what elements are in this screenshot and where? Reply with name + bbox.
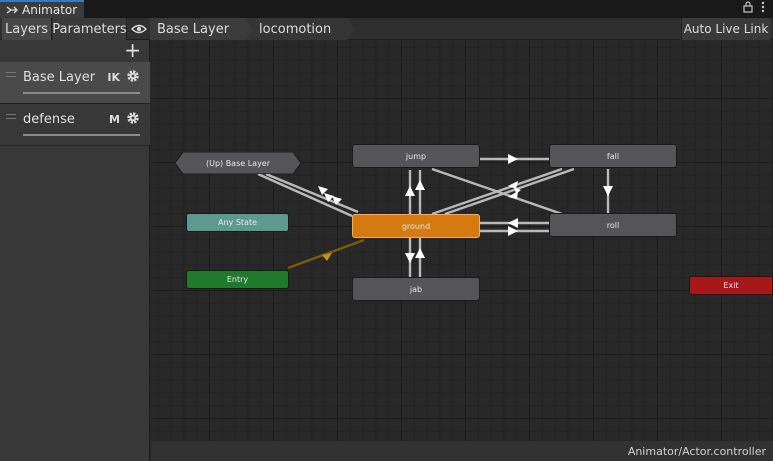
state-fall[interactable]: fall [549, 144, 677, 168]
animator-toolbar: Layers Parameters Base Layer locomotion … [0, 18, 773, 40]
layer-item-defense[interactable]: defense M [0, 104, 150, 146]
state-any-state[interactable]: Any State [186, 213, 289, 232]
layer-weight-bar [23, 92, 140, 94]
layer-item-base-layer[interactable]: Base Layer IK [0, 62, 150, 104]
eye-icon [131, 24, 147, 34]
add-layer-button[interactable]: + [124, 40, 141, 60]
state-entry[interactable]: Entry [186, 270, 289, 289]
state-roll[interactable]: roll [549, 213, 677, 237]
tab-parameters[interactable]: Parameters [52, 18, 127, 40]
animator-icon [6, 6, 18, 14]
kebab-menu-icon[interactable] [761, 1, 765, 13]
window-title: Animator [22, 3, 78, 17]
breadcrumb: Base Layer locomotion [150, 18, 356, 40]
auto-live-link-button[interactable]: Auto Live Link [681, 18, 770, 40]
lock-icon[interactable] [743, 1, 753, 13]
state-label: (Up) Base Layer [205, 158, 271, 168]
state-jab[interactable]: jab [352, 277, 480, 301]
state-machine-graph[interactable] [151, 40, 773, 441]
plus-icon: + [124, 38, 141, 62]
state-ground[interactable]: ground [352, 214, 480, 238]
status-bar: Animator/Actor.controller [151, 441, 773, 461]
tab-layers[interactable]: Layers [2, 18, 52, 40]
drag-handle-icon[interactable] [6, 114, 16, 119]
animator-window-tab[interactable]: Animator [0, 0, 84, 18]
state-jump[interactable]: jump [352, 144, 480, 168]
controller-path: Animator/Actor.controller [627, 444, 766, 458]
layers-panel: + Base Layer IK defense M [0, 40, 150, 461]
state-up-base-layer[interactable]: (Up) Base Layer [175, 152, 301, 174]
layer-weight-bar [23, 134, 140, 136]
drag-handle-icon[interactable] [6, 72, 16, 77]
layer-name: defense [23, 112, 75, 127]
layer-ik-badge: IK [107, 71, 120, 84]
state-exit[interactable]: Exit [689, 276, 773, 295]
breadcrumb-base-layer[interactable]: Base Layer [150, 18, 254, 40]
layer-name: Base Layer [23, 70, 96, 85]
gear-icon[interactable] [126, 111, 140, 125]
layer-mask-badge: M [109, 113, 120, 126]
breadcrumb-locomotion[interactable]: locomotion [245, 18, 356, 40]
window-tab-strip: Animator [0, 0, 773, 18]
toggle-sidebar-button[interactable] [128, 18, 150, 40]
gear-icon[interactable] [126, 69, 140, 83]
